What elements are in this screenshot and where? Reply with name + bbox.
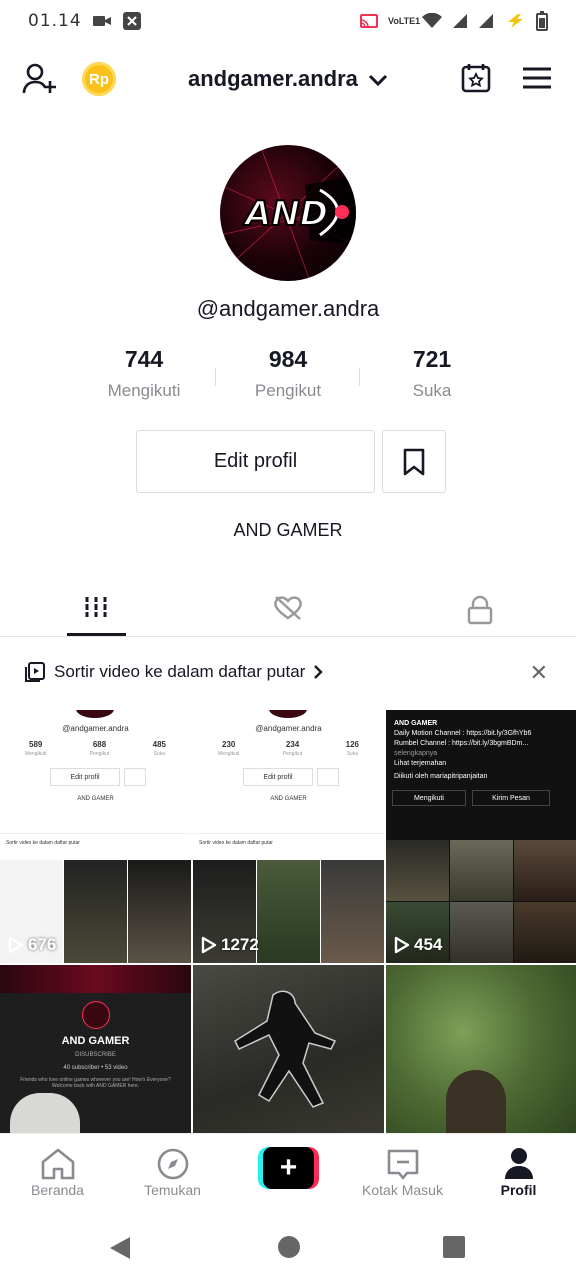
view-count: 454	[394, 935, 442, 955]
profile-tabs	[0, 585, 576, 637]
profile-bio: AND GAMER	[233, 520, 343, 540]
compass-icon	[157, 1148, 188, 1180]
menu-icon[interactable]	[522, 66, 552, 90]
play-icon	[394, 936, 410, 954]
gameplay-figure	[234, 990, 337, 1108]
create-button[interactable]: +	[258, 1147, 319, 1189]
back-icon[interactable]	[108, 1235, 132, 1261]
tab-videos[interactable]	[0, 585, 192, 637]
nav-home[interactable]: Beranda	[0, 1146, 115, 1198]
signal-icon	[453, 14, 467, 28]
nav-discover[interactable]: Temukan	[115, 1146, 230, 1198]
bookmark-icon	[403, 448, 425, 475]
stat-likes[interactable]: 721 Suka	[360, 346, 504, 401]
home-circle-icon[interactable]	[277, 1235, 301, 1259]
favorites-button[interactable]	[382, 430, 446, 493]
edit-profile-button[interactable]: Edit profil	[136, 430, 375, 493]
close-icon[interactable]: ✕	[530, 660, 548, 686]
character-silhouette	[446, 1070, 506, 1133]
dark-profile-screenshot: AND GAMER Daily Motion Channel : https:/…	[386, 710, 576, 963]
hidden-heart-icon	[274, 596, 302, 620]
play-icon	[8, 936, 24, 954]
username-title: andgamer.andra	[187, 66, 358, 91]
video-thumbnail[interactable]: @andgamer.andra 230 Mengikuti 234 Pengikut…	[193, 710, 384, 963]
creator-calendar-icon[interactable]	[460, 62, 492, 94]
active-tab-indicator	[67, 633, 126, 636]
playlist-prompt-text: Sortir video ke dalam daftar putar	[54, 662, 306, 681]
view-count: 1272	[201, 935, 259, 955]
play-icon	[201, 936, 217, 954]
mini-profile-screenshot: @andgamer.andra 589 Mengikuti 688 Pengikut…	[0, 710, 191, 963]
bottom-navigation: Beranda Temukan + Kotak Masuk Profil	[0, 1133, 576, 1210]
avatar-logo: AND	[220, 145, 356, 281]
inbox-icon	[387, 1149, 418, 1180]
status-time: 01.14	[28, 11, 82, 31]
lock-icon	[467, 595, 493, 625]
person-icon	[504, 1148, 533, 1179]
system-navigation	[0, 1210, 576, 1280]
plus-icon: +	[263, 1147, 314, 1189]
profile-header: Rp andgamer.andra	[0, 52, 576, 108]
nav-profile[interactable]: Profil	[461, 1146, 576, 1198]
playlist-prompt[interactable]: Sortir video ke dalam daftar putar ✕	[0, 650, 576, 694]
charging-icon	[508, 14, 523, 28]
battery-icon	[536, 11, 548, 31]
screenshot-icon	[122, 12, 141, 30]
video-thumbnail[interactable]: AND GAMER Daily Motion Channel : https:/…	[386, 710, 576, 963]
svg-text:AND: AND	[242, 194, 328, 234]
status-bar: 01.14 VoLTE1	[0, 0, 576, 42]
profile-handle: @andgamer.andra	[196, 296, 380, 321]
video-thumbnail[interactable]: @andgamer.andra 589 Mengikuti 688 Pengikut…	[0, 710, 191, 963]
chevron-right-icon	[314, 665, 324, 679]
playlist-icon	[25, 662, 45, 682]
recents-icon[interactable]	[442, 1235, 466, 1259]
view-count: 676	[8, 935, 56, 955]
channel-screenshot: AND GAMER DISUBSCRIBE 40 subscriber • 53…	[0, 965, 191, 1133]
tab-liked[interactable]	[192, 585, 384, 637]
home-icon	[41, 1148, 74, 1180]
cast-icon	[360, 14, 378, 28]
mini-profile-screenshot: @andgamer.andra 230 Mengikuti 234 Pengikut…	[193, 710, 384, 963]
avatar[interactable]: AND	[220, 145, 356, 281]
signal-2-icon	[479, 14, 493, 28]
video-thumbnail[interactable]	[193, 965, 384, 1133]
video-thumbnail[interactable]: AND GAMER DISUBSCRIBE 40 subscriber • 53…	[0, 965, 191, 1133]
volte-label: VoLTE1	[388, 15, 421, 26]
nav-inbox[interactable]: Kotak Masuk	[345, 1146, 460, 1198]
chevron-down-icon	[368, 75, 388, 87]
tab-private[interactable]	[384, 585, 576, 637]
stat-following[interactable]: 744 Mengikuti	[72, 346, 216, 401]
stat-followers[interactable]: 984 Pengikut	[216, 346, 360, 401]
grid-icon	[84, 597, 108, 617]
video-thumbnail[interactable]	[386, 965, 576, 1133]
wifi-icon	[422, 13, 442, 28]
video-camera-icon	[92, 16, 111, 26]
